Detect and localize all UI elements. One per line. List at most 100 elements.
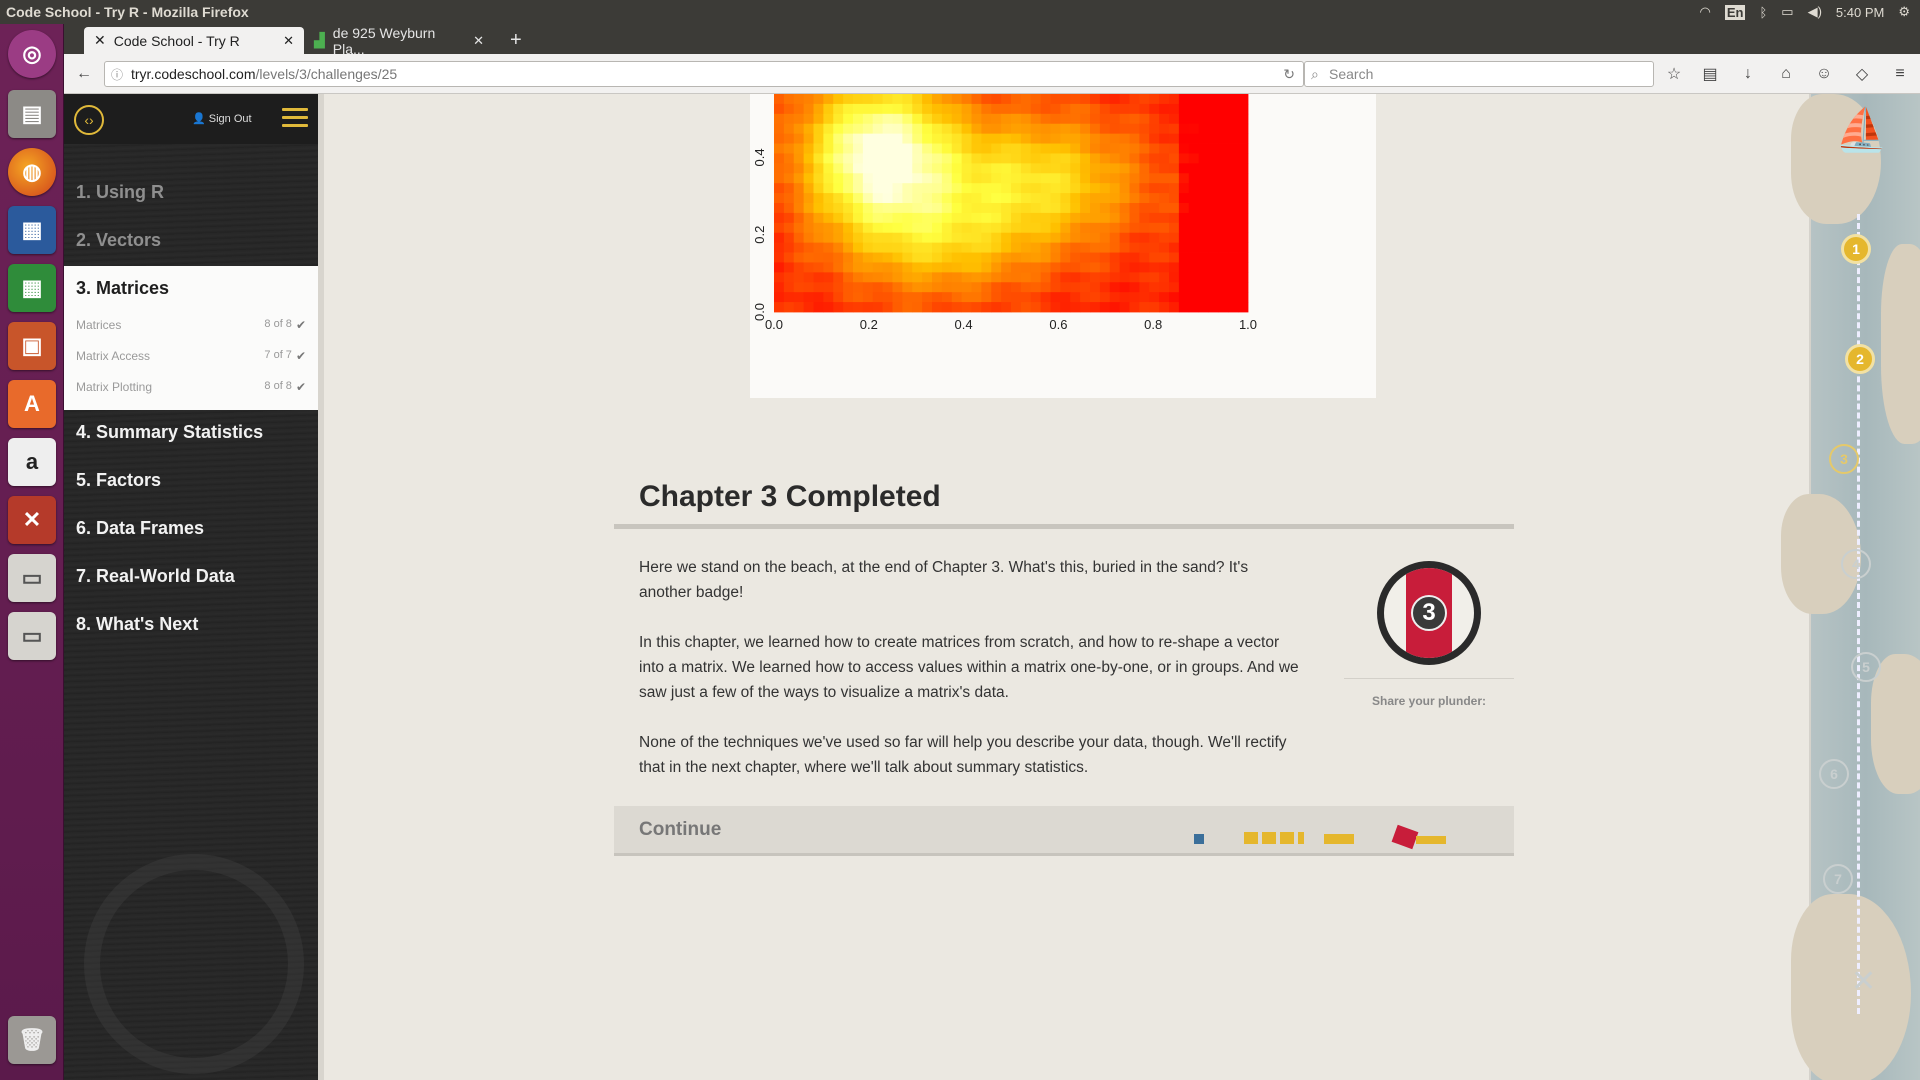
sidebar-item-real-world-data[interactable]: 7. Real-World Data [64,566,318,587]
kraken-illustration [84,854,304,1074]
sub-item-matrix-plotting[interactable]: Matrix Plotting 8 of 8 ✔ [76,380,306,394]
heat-cell [774,222,785,234]
site-info-icon[interactable]: ⓘ [111,66,123,83]
battery-icon[interactable]: ▭ [1781,4,1793,20]
files-icon[interactable]: ▤ [8,90,56,138]
sidebar-item-data-frames[interactable]: 6. Data Frames [64,518,318,539]
code-school-logo-icon[interactable]: ‹› [74,105,104,135]
map-node-5[interactable]: 5 [1851,652,1881,682]
heat-cell [1099,272,1111,283]
heat-cell [1129,193,1140,204]
heat-cell [1149,94,1160,105]
libreoffice-calc-icon[interactable]: ▦ [8,264,56,312]
heat-cell [1060,302,1071,313]
sub-item-matrix-access[interactable]: Matrix Access 7 of 7 ✔ [76,349,306,363]
new-tab-button[interactable]: + [500,27,532,54]
sub-item-matrices[interactable]: Matrices 8 of 8 ✔ [76,318,306,332]
bookmark-star-icon[interactable]: ☆ [1662,62,1686,86]
heat-cell [1030,143,1042,154]
heat-cell [1228,252,1239,263]
sidebar-item-whats-next[interactable]: 8. What's Next [64,614,318,635]
sidebar-item-factors[interactable]: 5. Factors [64,470,318,491]
heat-cell [1228,133,1239,144]
back-arrow-icon[interactable]: ← [72,62,96,86]
wifi-icon[interactable]: ◠ [1700,4,1711,20]
heat-cell [1040,252,1051,263]
heat-cell [892,173,903,184]
home-icon[interactable]: ⌂ [1774,62,1798,86]
heat-cell [1218,282,1229,293]
trash-icon[interactable]: 🗑 [8,1016,56,1064]
map-node-4[interactable]: 4 [1841,549,1871,579]
heat-cell [823,113,834,125]
map-node-7[interactable]: 7 [1823,864,1853,894]
libreoffice-impress-icon[interactable]: ▣ [8,322,56,370]
sign-out-button[interactable]: 👤 Sign Out [192,112,252,125]
reading-list-icon[interactable]: ▤ [1698,62,1722,86]
drive-icon[interactable]: ▭ [8,612,56,660]
volume-icon[interactable]: ◀) [1808,4,1822,20]
heat-cell [1030,133,1042,144]
heat-cell [803,153,814,164]
menu-hamburger-icon[interactable]: ≡ [1888,62,1912,86]
tab-maps[interactable]: ▟ de 925 Weyburn Pla... ✕ [304,25,494,57]
heat-cell [951,302,963,313]
heat-cell [892,302,903,313]
ubuntu-dash-icon[interactable]: ◎ [8,30,56,78]
sidebar-item-matrices[interactable]: 3. Matrices [64,278,318,299]
hello-chat-icon[interactable]: ☺ [1812,62,1836,86]
sidebar-item-summary-statistics[interactable]: 4. Summary Statistics [64,422,318,443]
tab-code-school[interactable]: ✕ Code School - Try R ✕ [84,27,304,54]
map-node-1[interactable]: 1 [1841,234,1871,264]
sidebar-item-vectors[interactable]: 2. Vectors [64,230,318,251]
heat-cell [1020,163,1032,174]
heat-cell [1070,272,1081,283]
heat-cell [1129,153,1140,164]
heat-cell [1208,282,1219,293]
heat-cell [941,163,953,174]
heat-cell [1238,163,1249,174]
reload-icon[interactable]: ↻ [1283,66,1295,83]
heat-cell [853,272,864,283]
heat-cell [1238,252,1249,263]
sidebar-scrollbar[interactable] [318,94,324,1080]
map-node-2[interactable]: 2 [1845,344,1875,374]
heat-cell [813,242,824,253]
menu-hamburger-icon[interactable] [282,108,308,130]
continue-button[interactable]: Continue [614,806,1514,856]
url-bar[interactable]: ⓘ tryr.codeschool.com/levels/3/challenge… [104,61,1304,87]
software-center-icon[interactable]: A [8,380,56,428]
amazon-icon[interactable]: a [8,438,56,486]
firefox-icon[interactable]: ◍ [8,148,56,196]
heat-cell [1011,212,1022,224]
heat-cell [961,262,972,273]
system-settings-icon[interactable]: ✕ [8,496,56,544]
sidebar-item-using-r[interactable]: 1. Using R [64,182,318,203]
heat-cell [793,232,805,244]
search-input[interactable]: ⌕ Search [1304,61,1654,87]
heat-cell [1159,242,1170,253]
heat-cell [774,113,785,125]
heat-cell [1149,193,1160,204]
heat-cell [961,183,972,194]
downloads-icon[interactable]: ↓ [1736,62,1760,86]
heat-cell [823,262,834,273]
close-tab-icon[interactable]: ✕ [283,33,294,49]
libreoffice-writer-icon[interactable]: ▦ [8,206,56,254]
map-node-6[interactable]: 6 [1819,759,1849,789]
map-node-3[interactable]: 3 [1829,444,1859,474]
settings-gear-icon[interactable]: ⚙ [1898,4,1910,20]
keyboard-layout-indicator[interactable]: En [1724,4,1746,20]
heat-cell [892,262,903,273]
heat-cell [981,212,992,224]
close-tab-icon[interactable]: ✕ [473,33,484,49]
bluetooth-icon[interactable]: ᛒ [1759,5,1767,20]
drive-icon[interactable]: ▭ [8,554,56,602]
heat-cell [1188,123,1200,135]
heat-cell [1149,232,1160,244]
heat-cell [1139,252,1150,263]
pocket-icon[interactable]: ◇ [1850,62,1874,86]
heat-cell [793,173,805,184]
clock[interactable]: 5:40 PM [1836,5,1884,20]
heat-cell [892,113,903,125]
